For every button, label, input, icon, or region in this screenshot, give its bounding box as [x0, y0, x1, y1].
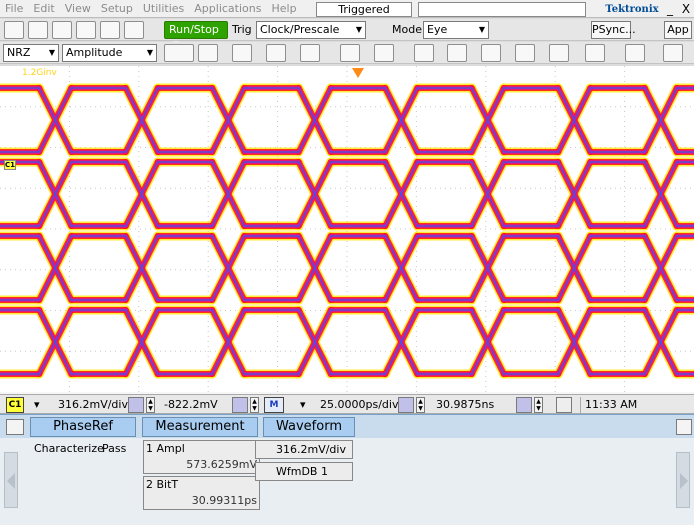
save-icon[interactable]	[4, 21, 24, 39]
message-bar	[418, 2, 586, 17]
run-stop-label: Run/Stop	[169, 23, 219, 36]
eye-mask-icon[interactable]	[340, 44, 360, 62]
measurement-select[interactable]: Amplitude ▼	[62, 44, 157, 62]
waveform-mask-icon[interactable]	[374, 44, 394, 62]
clear-data-icon[interactable]	[76, 21, 96, 39]
meas2-label: 2 BitT	[146, 478, 179, 491]
display-icon[interactable]	[100, 21, 120, 39]
spin-icon[interactable]: ▲ ▼	[146, 397, 155, 413]
menu-view[interactable]: View	[60, 2, 96, 15]
period-icon[interactable]	[515, 44, 535, 62]
chevron-down-icon[interactable]: ▾	[300, 397, 306, 413]
run-stop-button[interactable]: Run/Stop	[164, 21, 228, 49]
psync-button[interactable]: PSync...	[591, 21, 636, 39]
timebase[interactable]: 25.0000ps/div	[320, 397, 398, 413]
clock: 11:33 AM 11/28/2012	[580, 397, 694, 427]
readout-bar: C1 ▾ 316.2mV/div ▲ ▼ -822.2mV ▲ ▼ M ▾ 25.0…	[0, 394, 694, 427]
close-button[interactable]: X	[680, 2, 692, 17]
arrow-right-icon	[680, 473, 688, 489]
minimize-button[interactable]: _	[664, 2, 676, 17]
meas2-value: 30.99311ps	[191, 494, 257, 507]
print-icon[interactable]	[28, 21, 48, 39]
format-value: NRZ	[7, 46, 31, 59]
scope-display[interactable]	[0, 66, 694, 392]
pass-label: Pass	[102, 442, 127, 455]
chevron-down-icon: ▼	[146, 48, 153, 57]
tab-measurement[interactable]: Measurement	[142, 417, 258, 437]
trigger-source-select[interactable]: Clock/Prescale ▼	[256, 21, 366, 39]
tab-waveform[interactable]: Waveform	[263, 417, 355, 437]
menu-utilities[interactable]: Utilities	[138, 2, 189, 15]
chevron-down-icon: ▼	[478, 25, 485, 34]
menu-help[interactable]: Help	[266, 2, 301, 15]
zoom-icon[interactable]	[232, 44, 252, 62]
trig-label: Trig	[232, 23, 252, 36]
burst-icon[interactable]	[663, 44, 683, 62]
horizontal-position[interactable]: 30.9875ns	[436, 397, 494, 413]
menu-applications[interactable]: Applications	[189, 2, 266, 15]
chevron-down-icon: ▼	[48, 48, 55, 57]
math-button[interactable]: M	[264, 397, 284, 413]
vertical-offset[interactable]: -822.2mV	[164, 397, 218, 413]
rise-icon[interactable]	[447, 44, 467, 62]
meas1-value: 573.6259mV	[186, 458, 257, 471]
mode-select[interactable]: Eye ▼	[423, 21, 489, 39]
fall-icon[interactable]	[481, 44, 501, 62]
measurement-card-1[interactable]: 1 Ampl 573.6259mV	[143, 440, 260, 474]
crossing-icon[interactable]	[625, 44, 645, 62]
duty-icon[interactable]	[585, 44, 605, 62]
arrow-right-icon[interactable]	[6, 419, 24, 435]
wf-scale-value: 316.2mV/div	[276, 443, 346, 456]
meas1-label: 1 Ampl	[146, 442, 185, 455]
spin-icon[interactable]: ▲ ▼	[250, 397, 259, 413]
waveform-db-card[interactable]: WfmDB 1	[255, 462, 353, 481]
keypad-icon[interactable]	[128, 397, 144, 413]
measure-toolbar: NRZ ▼ Amplitude ▼	[0, 42, 694, 64]
temperature-icon[interactable]	[556, 397, 572, 413]
keypad-icon[interactable]	[516, 397, 532, 413]
keypad-icon[interactable]	[232, 397, 248, 413]
channel-marker[interactable]: C1	[4, 160, 16, 170]
arrow-left-icon	[7, 473, 15, 489]
trigger-status: Triggered	[316, 2, 412, 17]
characterize-label: Characterize	[34, 442, 104, 455]
histogram-icon[interactable]	[266, 44, 286, 62]
width-icon[interactable]	[549, 44, 569, 62]
mask-icon[interactable]	[300, 44, 320, 62]
main-toolbar: Run/Stop Trig Clock/Prescale ▼ Mode Eye …	[0, 19, 694, 49]
pulse-icon[interactable]	[414, 44, 434, 62]
vertical-scale[interactable]: 316.2mV/div	[58, 397, 128, 413]
chevron-down-icon: ▼	[355, 25, 362, 34]
trigger-source-value: Clock/Prescale	[260, 23, 340, 36]
measurement-value: Amplitude	[66, 46, 123, 59]
mode-label: Mode	[392, 23, 422, 36]
cursor-icon[interactable]	[198, 44, 218, 62]
undo-icon[interactable]	[124, 21, 144, 39]
mode-value: Eye	[427, 23, 448, 36]
spin-icon[interactable]: ▲ ▼	[416, 397, 425, 413]
panel-content: Characterize Pass 1 Ampl 573.6259mV 2 Bi…	[0, 438, 694, 525]
menu-setup[interactable]: Setup	[96, 2, 138, 15]
app-button[interactable]: App	[664, 21, 692, 39]
waveform-scale-card[interactable]: 316.2mV/div	[255, 440, 353, 459]
db-icon[interactable]	[164, 44, 194, 62]
spin-icon[interactable]: ▲ ▼	[534, 397, 543, 413]
menu-file[interactable]: File	[0, 2, 28, 15]
brand-logo: Tektronix	[605, 4, 659, 15]
format-select[interactable]: NRZ ▼	[3, 44, 59, 62]
scroll-right-button[interactable]	[676, 452, 690, 508]
scroll-left-button[interactable]	[4, 452, 18, 508]
restore-icon[interactable]	[676, 419, 692, 435]
screen-top-label: 1.2Ginv	[22, 68, 57, 78]
wf-db-value: WfmDB 1	[276, 465, 328, 478]
keypad-icon[interactable]	[398, 397, 414, 413]
autoset-icon[interactable]	[52, 21, 72, 39]
chevron-down-icon[interactable]: ▾	[34, 397, 40, 413]
source-tab[interactable]: PhaseRef (C7_C8)	[30, 417, 136, 452]
trigger-position-marker[interactable]	[352, 68, 364, 78]
menu-edit[interactable]: Edit	[28, 2, 59, 15]
measurement-card-2[interactable]: 2 BitT 30.99311ps	[143, 476, 260, 510]
eye-diagram	[0, 66, 694, 392]
channel-tag[interactable]: C1	[6, 397, 24, 413]
